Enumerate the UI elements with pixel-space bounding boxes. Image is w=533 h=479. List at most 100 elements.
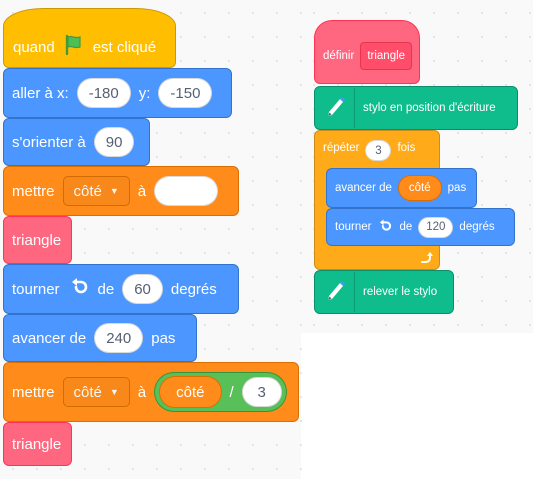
set-variable-block-2[interactable]: mettre côté ▼ à côté / 3 xyxy=(3,362,299,422)
grid-dot xyxy=(505,132,507,134)
event-suffix: est cliqué xyxy=(92,38,157,56)
pen-up-label: relever le stylo xyxy=(363,286,438,298)
grid-dot xyxy=(252,348,254,350)
cote-reporter[interactable]: côté xyxy=(397,175,442,201)
green-flag-icon xyxy=(63,34,85,60)
y-label: y: xyxy=(138,84,151,102)
move-steps-block[interactable]: avancer de 240 pas xyxy=(3,314,197,362)
grid-dot xyxy=(156,156,158,158)
call-triangle-block-2[interactable]: triangle xyxy=(3,422,72,466)
grid-dot xyxy=(276,156,278,158)
turn-label: tourner xyxy=(12,280,60,298)
go-to-xy-block[interactable]: aller à x: -180 y: -150 xyxy=(3,68,232,118)
divide-operator[interactable]: côté / 3 xyxy=(154,372,287,412)
grid-dot xyxy=(228,252,230,254)
grid-dot xyxy=(529,84,531,86)
repeat-label: répéter xyxy=(323,142,360,154)
variable-dropdown[interactable]: côté ▼ xyxy=(62,176,130,206)
pen-down-label: stylo en position d'écriture xyxy=(363,102,496,114)
grid-dot xyxy=(276,84,278,86)
grid-dot xyxy=(252,468,254,470)
grid-dot xyxy=(204,132,206,134)
grid-dot xyxy=(361,12,363,14)
grid-dot xyxy=(300,156,302,158)
call-triangle-block-1[interactable]: triangle xyxy=(3,216,72,264)
grid-dot xyxy=(276,300,278,302)
event-prefix: quand xyxy=(13,38,55,56)
grid-dot xyxy=(300,348,302,350)
pen-down-block[interactable]: stylo en position d'écriture xyxy=(314,86,518,130)
degrees-input[interactable]: 60 xyxy=(122,274,163,304)
repeat-count-input[interactable]: 3 xyxy=(365,140,392,161)
grid-dot xyxy=(409,324,411,326)
define-triangle-block[interactable]: définir triangle xyxy=(314,20,420,84)
grid-dot xyxy=(132,468,134,470)
chevron-down-icon: ▼ xyxy=(109,186,119,196)
grid-dot xyxy=(433,12,435,14)
x-input[interactable]: -180 xyxy=(76,78,131,108)
grid-dot xyxy=(300,228,302,230)
grid-dot xyxy=(84,468,86,470)
grid-dot xyxy=(228,36,230,38)
grid-dot xyxy=(276,180,278,182)
grid-dot xyxy=(481,276,483,278)
grid-dot xyxy=(300,276,302,278)
value-input[interactable] xyxy=(154,176,219,206)
grid-dot xyxy=(132,444,134,446)
set-label: mettre xyxy=(12,182,55,200)
pen-up-block[interactable]: relever le stylo xyxy=(314,270,454,314)
grid-dot xyxy=(180,36,182,38)
grid-dot xyxy=(180,60,182,62)
divisor-input[interactable]: 3 xyxy=(241,377,282,407)
define-label: définir xyxy=(323,50,355,62)
set-variable-block-1[interactable]: mettre côté ▼ à xyxy=(3,166,239,216)
grid-dot xyxy=(481,156,483,158)
grid-dot xyxy=(156,444,158,446)
move-label: avancer de xyxy=(335,182,392,194)
grid-dot xyxy=(276,12,278,14)
grid-dot xyxy=(505,204,507,206)
grid-dot xyxy=(180,252,182,254)
grid-dot xyxy=(252,444,254,446)
grid-dot xyxy=(252,204,254,206)
point-in-direction-block[interactable]: s'orienter à 90 xyxy=(3,118,150,166)
grid-dot xyxy=(529,180,531,182)
grid-dot xyxy=(156,252,158,254)
to-label: à xyxy=(137,383,147,401)
grid-dot xyxy=(252,60,254,62)
grid-dot xyxy=(300,84,302,86)
grid-dot xyxy=(252,228,254,230)
when-flag-clicked-block[interactable]: quand est cliqué xyxy=(3,8,176,68)
variable-dropdown[interactable]: côté ▼ xyxy=(62,377,130,407)
grid-dot xyxy=(529,12,531,14)
grid-dot xyxy=(204,156,206,158)
grid-dot xyxy=(457,252,459,254)
grid-dot xyxy=(529,132,531,134)
grid-dot xyxy=(300,12,302,14)
grid-dot xyxy=(529,324,531,326)
grid-dot xyxy=(300,204,302,206)
grid-dot xyxy=(313,12,315,14)
grid-dot xyxy=(529,156,531,158)
grid-dot xyxy=(300,372,302,374)
grid-dot xyxy=(204,348,206,350)
grid-dot xyxy=(204,252,206,254)
cote-reporter[interactable]: côté xyxy=(159,376,222,408)
grid-dot xyxy=(228,60,230,62)
grid-dot xyxy=(132,252,134,254)
y-input[interactable]: -150 xyxy=(158,78,213,108)
grid-dot xyxy=(252,252,254,254)
grid-dot xyxy=(156,228,158,230)
turn-left-block[interactable]: tourner de 60 degrés xyxy=(3,264,239,314)
steps-input[interactable]: 240 xyxy=(94,323,144,353)
turn-left-block-inner[interactable]: tourner de 120 degrés xyxy=(326,208,515,246)
direction-input[interactable]: 90 xyxy=(93,127,135,157)
grid-dot xyxy=(385,324,387,326)
grid-dot xyxy=(481,132,483,134)
grid-dot xyxy=(457,324,459,326)
grid-dot xyxy=(108,252,110,254)
grid-dot xyxy=(180,444,182,446)
call-label: triangle xyxy=(12,435,62,453)
degrees-input[interactable]: 120 xyxy=(418,216,454,238)
move-steps-block-inner[interactable]: avancer de côté pas xyxy=(326,168,477,208)
